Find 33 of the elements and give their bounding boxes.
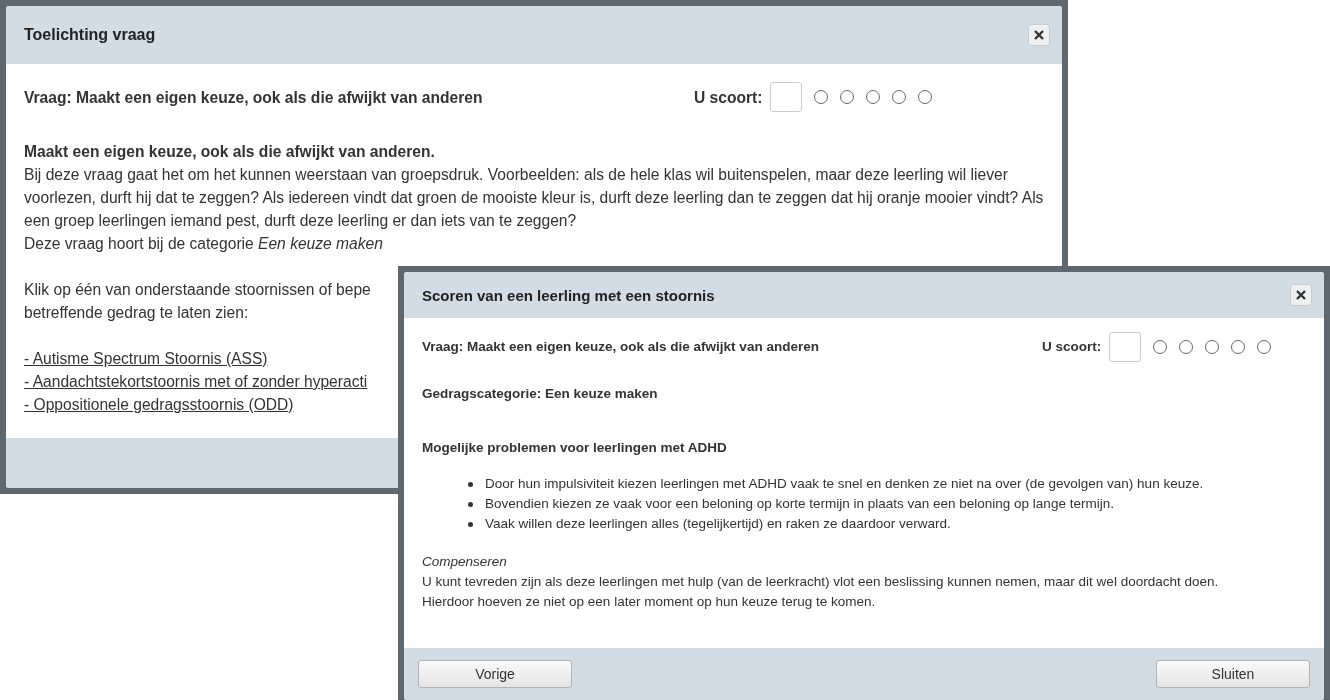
bullet-text: Door hun impulsiviteit kiezen leerlingen met ADHD vaak te snel en denken ze niet na over (de gevolgen van) hun keuze.	[485, 475, 1204, 493]
close-button[interactable]	[1028, 24, 1050, 46]
question-text: Vraag: Maakt een eigen keuze, ook als die afwijkt van anderen	[422, 338, 820, 356]
body-text: betreffende gedrag te laten zien:	[24, 303, 249, 323]
previous-button[interactable]: Vorige	[418, 660, 572, 688]
disorder-link[interactable]: - Aandachtstekortstoornis met of zonder hyperacti	[24, 370, 368, 393]
disorder-link[interactable]: - Autisme Spectrum Stoornis (ASS)	[24, 347, 268, 370]
question-text: Vraag: Maakt een eigen keuze, ook als die afwijkt van anderen	[24, 87, 484, 108]
section-heading: Mogelijke problemen voor leerlingen met ADHD	[422, 439, 728, 457]
bullet-text: Bovendien kiezen ze vaak voor een beloning op korte termijn in plaats van een beloning op lange termijn.	[485, 495, 1114, 513]
score-field[interactable]	[770, 82, 803, 112]
score-label: U scoort:	[1042, 338, 1102, 356]
dialog-title: Scoren van een leerling met een stoornis	[422, 286, 715, 304]
bullet-icon	[468, 481, 473, 487]
bullet-text: Vaak willen deze leerlingen alles (tegelijkertijd) en raken ze daardoor verward.	[485, 515, 951, 533]
section-heading: Compenseren	[422, 553, 507, 571]
close-dialog-button[interactable]: Sluiten	[1156, 660, 1310, 688]
section-heading: Gedragscategorie: Een keuze maken	[422, 385, 659, 403]
description-text: Bij deze vraag gaat het om het kunnen weerstaan van groepsdruk. Voorbeelden: als de hele klas wil buitenspelen, maar deze leerling wil liever voorlezen, durft hij dat te zeggen? Als iedereen vindt dat groen de mooiste kleur is, durft deze leerling dan te zeggen dat hij oranje mooier vindt? Als een groep leerlingen iemand pest, durft deze leerling er dan iets van te zeggen?	[24, 165, 1044, 231]
body-text: Hierdoor hoeven ze niet op een later moment op hun keuze terug te komen.	[422, 593, 876, 611]
body-text: Deze vraag hoort bij de categorie Een keuze maken	[24, 234, 383, 254]
section-heading: Maakt een eigen keuze, ook als die afwijkt van anderen.	[24, 142, 436, 162]
close-icon	[1033, 29, 1045, 41]
bullet-icon	[468, 501, 473, 507]
body-text: Klik op één van onderstaande stoornissen of bepe	[24, 280, 371, 300]
score-field[interactable]	[1109, 332, 1142, 362]
close-button[interactable]	[1290, 284, 1312, 306]
dialog-title: Toelichting vraag	[24, 26, 156, 44]
disorder-link[interactable]: - Oppositionele gedragsstoornis (ODD)	[24, 393, 294, 416]
body-text: U kunt tevreden zijn als deze leerlingen met hulp (van de leerkracht) vlot een beslissing kunnen nemen, maar dit wel doordacht doen.	[422, 573, 1219, 591]
close-icon	[1295, 289, 1307, 301]
score-label: U scoort:	[694, 87, 763, 108]
bullet-icon	[468, 521, 473, 527]
